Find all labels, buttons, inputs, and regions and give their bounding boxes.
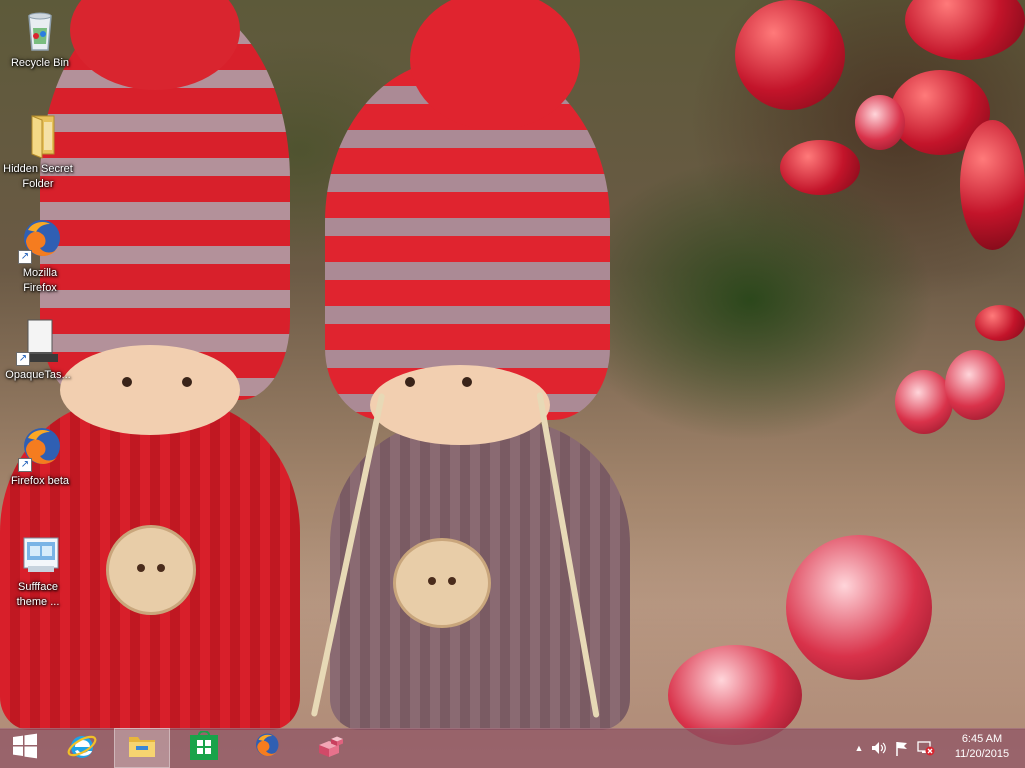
wallpaper-doll-mid-face [370, 365, 550, 445]
desktop-icon-label: OpaqueTas... [5, 369, 71, 381]
network-disconnected-icon[interactable] [914, 740, 938, 756]
wallpaper-berry [735, 0, 845, 110]
wallpaper-wood-button-mid [393, 538, 491, 628]
shortcut-arrow-icon: ↗ [16, 352, 30, 366]
desktop-icon-label: Mozilla Firefox [22, 267, 58, 294]
desktop-icon-recycle-bin[interactable]: Recycle Bin [2, 6, 78, 71]
firefox-beta-icon: ↗ [16, 424, 64, 472]
opaque-taskbar-app-icon: ↗ [14, 318, 62, 366]
firefox-icon [251, 731, 281, 766]
wallpaper-sugared-berry [945, 350, 1005, 420]
wallpaper-berry [975, 305, 1025, 341]
shortcut-arrow-icon: ↗ [18, 458, 32, 472]
wallpaper-sugared-ball [786, 535, 932, 680]
desktop-icon-label: Suffface theme ... [16, 581, 60, 608]
firefox-icon: ↗ [16, 216, 64, 264]
windows-store-icon [189, 729, 219, 766]
wallpaper-berry [905, 0, 1025, 60]
taskbar: ▲ 6:45 AM 11/20/2015 [0, 728, 1025, 768]
desktop-icon-label: Recycle Bin [10, 57, 70, 69]
taskbar-clock[interactable]: 6:45 AM 11/20/2015 [951, 732, 1013, 762]
clock-time: 6:45 AM [961, 733, 1003, 745]
desktop-icon-hidden-secret-folder[interactable]: Hidden Secret Folder [0, 112, 76, 192]
wallpaper-berry [780, 140, 860, 195]
chevron-up-icon[interactable]: ▲ [850, 743, 868, 753]
desktop-icon-opaque-taskbar[interactable]: ↗ OpaqueTas... [0, 318, 76, 383]
clock-date: 11/20/2015 [954, 748, 1010, 760]
windows-logo-icon [12, 733, 38, 764]
desktop-icon-firefox-beta[interactable]: ↗ Firefox beta [2, 424, 78, 489]
folder-icon [14, 112, 62, 160]
theme-installer-icon [14, 530, 62, 578]
taskbar-internet-explorer[interactable] [54, 728, 110, 768]
taskbar-blocks-app[interactable] [302, 728, 358, 768]
wallpaper-doll-left-face [60, 345, 240, 435]
desktop-icon-label: Hidden Secret Folder [3, 163, 73, 190]
wallpaper-berry [960, 120, 1025, 250]
wallpaper-wood-button-left [106, 525, 196, 615]
internet-explorer-icon [66, 730, 98, 767]
recycle-bin-icon [16, 6, 64, 54]
shortcut-arrow-icon: ↗ [18, 250, 32, 264]
speaker-icon[interactable] [868, 741, 890, 755]
flag-icon[interactable] [890, 741, 914, 756]
desktop-icon-theme-installer[interactable]: Suffface theme ... [0, 530, 76, 610]
taskbar-firefox[interactable] [238, 728, 294, 768]
desktop-icon-label: Firefox beta [10, 475, 70, 487]
taskbar-file-explorer[interactable] [114, 728, 170, 768]
start-button[interactable] [0, 728, 50, 768]
file-explorer-icon [127, 732, 157, 765]
blocks-app-icon [315, 733, 345, 764]
taskbar-windows-store[interactable] [176, 728, 232, 768]
wallpaper-sugared-berry [855, 95, 905, 150]
desktop-icon-mozilla-firefox[interactable]: ↗ Mozilla Firefox [2, 216, 78, 296]
system-tray: ▲ [850, 728, 938, 768]
desktop-wallpaper [0, 0, 1025, 768]
